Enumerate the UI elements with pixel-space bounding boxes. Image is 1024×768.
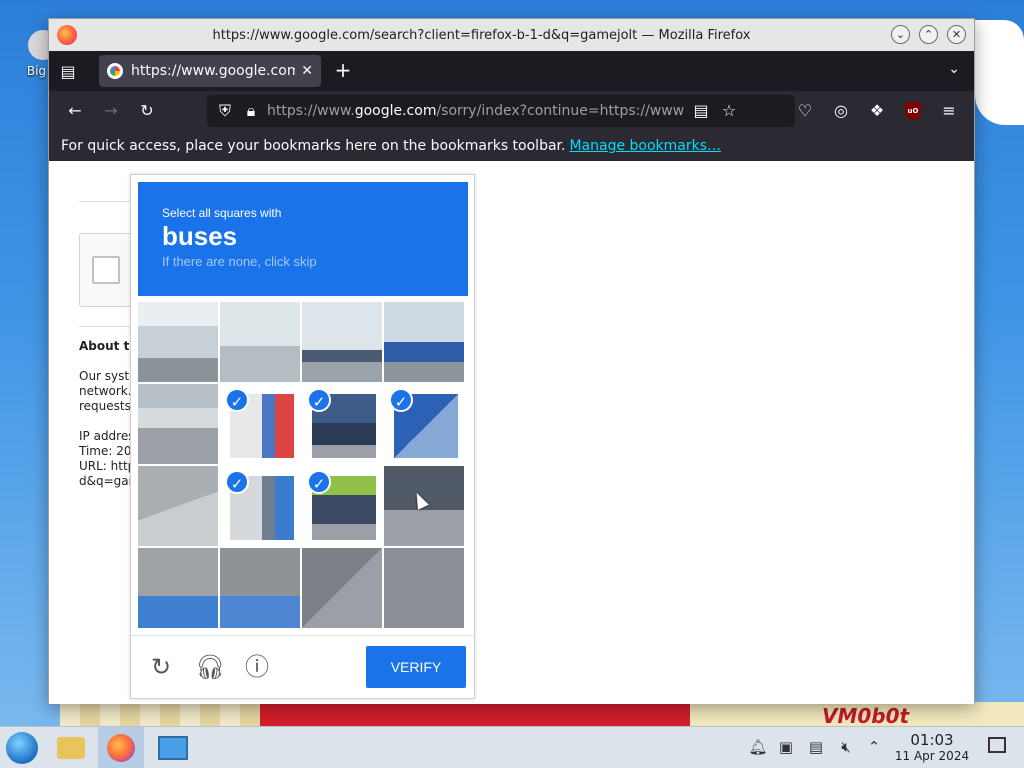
captcha-grid: ✓ ✓ ✓ ✓ ✓ — [138, 302, 466, 630]
nav-bar: ← → ↻ https://www. google.com/sorry/index… — [49, 91, 974, 131]
wallpaper-logo: VM0b0t — [822, 704, 910, 728]
checkmark-icon: ✓ — [307, 470, 331, 494]
captcha-tile[interactable] — [302, 302, 382, 382]
tile-image — [220, 548, 300, 628]
minimize-button[interactable]: ⌄ — [891, 25, 910, 44]
taskbar-firefox[interactable] — [98, 727, 144, 768]
tile-image — [302, 548, 382, 628]
tab-google[interactable]: https://www.google.com/ ✕ — [99, 55, 321, 87]
taskbar-file-manager[interactable] — [48, 727, 94, 768]
captcha-header: Select all squares with buses If there a… — [138, 182, 468, 296]
bookmarks-message: For quick access, place your bookmarks h… — [61, 138, 566, 154]
firefox-view-icon[interactable]: ▤ — [49, 51, 87, 91]
show-desktop-icon[interactable] — [988, 737, 1006, 753]
captcha-tile[interactable] — [384, 302, 464, 382]
notifications-icon[interactable]: 🔔︎ — [748, 737, 768, 757]
tab-close-icon[interactable]: ✕ — [301, 63, 313, 79]
taskbar: 🔔︎ ▣ ▤ 🔇︎ ⌃ 01:03 11 Apr 2024 — [0, 726, 1024, 768]
captcha-challenge: Select all squares with buses If there a… — [130, 174, 475, 699]
reload-icon[interactable]: ↻ — [147, 653, 175, 681]
tab-strip: ▤ https://www.google.com/ ✕ + ⌄ — [49, 51, 974, 91]
bookmarks-toolbar: For quick access, place your bookmarks h… — [49, 131, 974, 161]
back-button[interactable]: ← — [63, 99, 87, 123]
tab-title: https://www.google.com/ — [131, 63, 296, 79]
checkmark-icon: ✓ — [225, 388, 249, 412]
network-icon — [158, 736, 188, 760]
captcha-tile[interactable]: ✓ — [384, 384, 464, 464]
shield-icon[interactable]: ⛨ — [213, 99, 237, 123]
clipboard-icon[interactable]: ▤ — [806, 737, 826, 757]
tile-image — [384, 302, 464, 382]
title-bar[interactable]: https://www.google.com/search?client=fir… — [49, 19, 974, 51]
clock-date: 11 Apr 2024 — [894, 749, 970, 763]
captcha-target: buses — [162, 221, 238, 251]
reload-button[interactable]: ↻ — [135, 99, 159, 123]
captcha-tile[interactable] — [138, 384, 218, 464]
lock-icon[interactable]: 🔒︎ — [239, 99, 263, 123]
captcha-tile[interactable]: ✓ — [220, 466, 300, 546]
clock[interactable]: 01:03 11 Apr 2024 — [894, 731, 970, 763]
folder-icon — [57, 737, 85, 759]
tile-image — [138, 384, 218, 464]
captcha-tile[interactable]: ✓ — [302, 466, 382, 546]
recaptcha-checkbox[interactable] — [92, 256, 120, 284]
captcha-tile[interactable] — [302, 548, 382, 628]
bookmark-star-icon[interactable]: ☆ — [717, 99, 741, 123]
wallpaper-art — [975, 20, 1024, 125]
tile-image — [138, 302, 218, 382]
headphones-icon[interactable]: 🎧︎ — [195, 653, 225, 681]
start-menu-button[interactable] — [6, 732, 38, 764]
volume-muted-icon[interactable]: 🔇︎ — [836, 737, 856, 757]
captcha-tile[interactable] — [138, 466, 218, 546]
menu-icon[interactable]: ≡ — [937, 99, 961, 123]
wallpaper-strip — [60, 702, 260, 726]
account-icon[interactable]: ◎ — [829, 99, 853, 123]
checkmark-icon: ✓ — [389, 388, 413, 412]
url-prefix: https://www. — [267, 103, 355, 119]
pocket-icon[interactable]: ♡ — [793, 99, 817, 123]
close-window-button[interactable]: ✕ — [947, 25, 966, 44]
captcha-tile[interactable]: ✓ — [220, 384, 300, 464]
firefox-icon — [57, 25, 77, 45]
captcha-footer: ↻ 🎧︎ ⓘ VERIFY — [131, 635, 474, 699]
checkmark-icon: ✓ — [225, 470, 249, 494]
list-tabs-icon[interactable]: ⌄ — [948, 61, 960, 77]
captcha-tile[interactable] — [384, 548, 464, 628]
maximize-button[interactable]: ⌃ — [919, 25, 938, 44]
captcha-instruction: Select all squares with — [162, 206, 282, 220]
verify-button[interactable]: VERIFY — [366, 646, 466, 688]
captcha-tile[interactable] — [220, 302, 300, 382]
tile-image — [384, 548, 464, 628]
wallpaper-strip — [260, 702, 690, 726]
google-icon — [107, 63, 123, 79]
tile-image — [220, 302, 300, 382]
updates-icon[interactable]: ▣ — [776, 737, 796, 757]
info-icon[interactable]: ⓘ — [243, 653, 271, 681]
taskbar-network[interactable] — [150, 727, 196, 768]
new-tab-button[interactable]: + — [331, 59, 355, 83]
ublock-icon[interactable]: uO — [901, 99, 925, 123]
forward-button[interactable]: → — [99, 99, 123, 123]
tile-image — [138, 548, 218, 628]
tray-expand-icon[interactable]: ⌃ — [864, 737, 884, 757]
tile-image — [138, 466, 218, 546]
captcha-tile[interactable]: ✓ — [302, 384, 382, 464]
extensions-icon[interactable]: ❖ — [865, 99, 889, 123]
window-title: https://www.google.com/search?client=fir… — [212, 27, 751, 43]
captcha-tile[interactable] — [220, 548, 300, 628]
reader-view-icon[interactable]: ▤ — [689, 99, 713, 123]
captcha-tile[interactable] — [138, 548, 218, 628]
captcha-hint: If there are none, click skip — [162, 254, 317, 269]
url-domain: google.com — [354, 103, 437, 119]
manage-bookmarks-link[interactable]: Manage bookmarks… — [569, 138, 721, 154]
firefox-icon — [107, 734, 135, 762]
checkmark-icon: ✓ — [307, 388, 331, 412]
url-rest: /sorry/index?continue=https://www — [436, 103, 685, 119]
clock-time: 01:03 — [910, 731, 954, 749]
tile-image — [302, 302, 382, 382]
captcha-tile[interactable] — [138, 302, 218, 382]
